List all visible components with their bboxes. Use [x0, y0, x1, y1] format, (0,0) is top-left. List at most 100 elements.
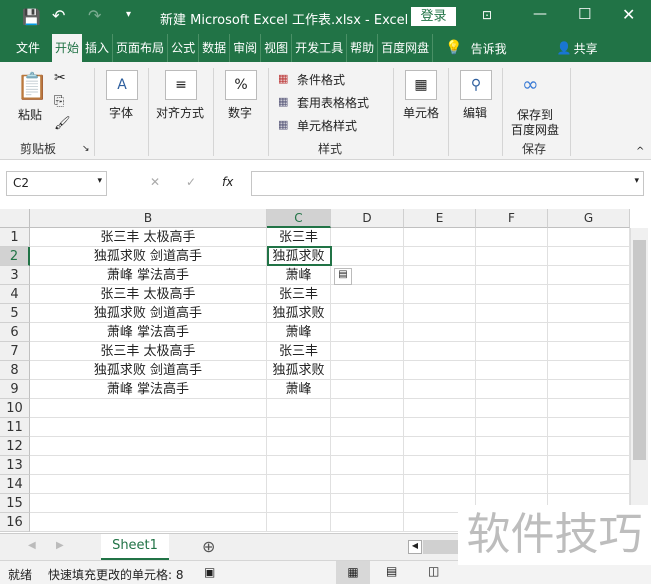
cell-B4[interactable]: 张三丰 太极高手: [30, 285, 267, 304]
cell-E6[interactable]: [404, 323, 476, 342]
tab-baidu[interactable]: 百度网盘: [378, 34, 434, 62]
cell-G5[interactable]: [548, 304, 630, 323]
cell-E1[interactable]: [404, 228, 476, 247]
cell-D1[interactable]: [331, 228, 404, 247]
align-icon[interactable]: ≡: [165, 70, 197, 100]
cell-G3[interactable]: [548, 266, 630, 285]
collapse-ribbon-icon[interactable]: ^: [636, 146, 644, 157]
cell-C5[interactable]: 独孤求败: [267, 304, 331, 323]
cell-D8[interactable]: [331, 361, 404, 380]
column-header-E[interactable]: E: [404, 209, 476, 228]
scroll-left-icon[interactable]: ◀: [28, 540, 36, 551]
tab-insert[interactable]: 插入: [82, 34, 114, 62]
cell-F11[interactable]: [476, 418, 548, 437]
search-icon[interactable]: ⚲: [460, 70, 492, 100]
tab-data[interactable]: 数据: [199, 34, 231, 62]
copy-icon[interactable]: ⎘: [54, 94, 64, 109]
table-format-button[interactable]: 套用表格格式: [297, 94, 369, 111]
baidu-cloud-icon[interactable]: ∞: [522, 72, 539, 96]
cell-F3[interactable]: [476, 266, 548, 285]
tell-me[interactable]: 告诉我: [471, 40, 507, 57]
page-layout-view-icon[interactable]: ▤: [386, 564, 397, 578]
horizontal-scrollbar[interactable]: [423, 540, 458, 554]
cell-F7[interactable]: [476, 342, 548, 361]
cell-D12[interactable]: [331, 437, 404, 456]
save-icon[interactable]: 💾: [22, 8, 41, 26]
cell-B12[interactable]: [30, 437, 267, 456]
cell-C7[interactable]: 张三丰: [267, 342, 331, 361]
cell-F14[interactable]: [476, 475, 548, 494]
font-icon[interactable]: A: [106, 70, 138, 100]
enter-icon[interactable]: ✓: [186, 175, 196, 189]
paste-icon[interactable]: 📋: [16, 72, 48, 102]
cell-B11[interactable]: [30, 418, 267, 437]
row-header-1[interactable]: 1: [0, 228, 30, 247]
cell-F10[interactable]: [476, 399, 548, 418]
number-button[interactable]: 数字: [228, 104, 252, 121]
cell-C3[interactable]: 萧峰: [267, 266, 331, 285]
row-header-10[interactable]: 10: [0, 399, 30, 418]
row-header-11[interactable]: 11: [0, 418, 30, 437]
column-header-G[interactable]: G: [548, 209, 630, 228]
row-header-2[interactable]: 2: [0, 247, 30, 266]
paste-button[interactable]: 粘贴: [18, 106, 42, 123]
cell-E10[interactable]: [404, 399, 476, 418]
cell-E7[interactable]: [404, 342, 476, 361]
cell-F8[interactable]: [476, 361, 548, 380]
cell-G4[interactable]: [548, 285, 630, 304]
cell-F9[interactable]: [476, 380, 548, 399]
cell-E3[interactable]: [404, 266, 476, 285]
cell-B6[interactable]: 萧峰 掌法高手: [30, 323, 267, 342]
row-header-14[interactable]: 14: [0, 475, 30, 494]
cell-F13[interactable]: [476, 456, 548, 475]
cell-G8[interactable]: [548, 361, 630, 380]
cell-F12[interactable]: [476, 437, 548, 456]
row-header-5[interactable]: 5: [0, 304, 30, 323]
conditional-format-button[interactable]: 条件格式: [297, 71, 345, 88]
cell-D5[interactable]: [331, 304, 404, 323]
tab-home[interactable]: 开始: [52, 34, 83, 62]
cell-D2[interactable]: [331, 247, 404, 266]
cell-G6[interactable]: [548, 323, 630, 342]
cell-G7[interactable]: [548, 342, 630, 361]
cell-D10[interactable]: [331, 399, 404, 418]
dialog-launcher-icon[interactable]: ↘: [82, 144, 90, 154]
cell-D14[interactable]: [331, 475, 404, 494]
tab-developer[interactable]: 开发工具: [292, 34, 348, 62]
percent-icon[interactable]: %: [225, 70, 257, 100]
cell-G12[interactable]: [548, 437, 630, 456]
cell-B15[interactable]: [30, 494, 267, 513]
cell-D6[interactable]: [331, 323, 404, 342]
select-all-button[interactable]: [0, 209, 30, 228]
cell-C12[interactable]: [267, 437, 331, 456]
redo-icon[interactable]: ↷: [88, 6, 101, 25]
cell-B7[interactable]: 张三丰 太极高手: [30, 342, 267, 361]
cell-G10[interactable]: [548, 399, 630, 418]
row-header-8[interactable]: 8: [0, 361, 30, 380]
row-header-4[interactable]: 4: [0, 285, 30, 304]
cell-C10[interactable]: [267, 399, 331, 418]
maximize-icon[interactable]: ☐: [578, 5, 591, 23]
row-header-12[interactable]: 12: [0, 437, 30, 456]
font-button[interactable]: 字体: [109, 104, 133, 121]
cell-E12[interactable]: [404, 437, 476, 456]
cell-E9[interactable]: [404, 380, 476, 399]
row-header-13[interactable]: 13: [0, 456, 30, 475]
cell-E13[interactable]: [404, 456, 476, 475]
cell-F6[interactable]: [476, 323, 548, 342]
scroll-right-icon[interactable]: ▶: [56, 540, 64, 551]
row-header-7[interactable]: 7: [0, 342, 30, 361]
cell-B3[interactable]: 萧峰 掌法高手: [30, 266, 267, 285]
cell-D13[interactable]: [331, 456, 404, 475]
cell-C16[interactable]: [267, 513, 331, 532]
hscroll-left-icon[interactable]: ◀: [408, 540, 422, 554]
normal-view-icon[interactable]: ▦: [336, 561, 370, 584]
cell-C9[interactable]: 萧峰: [267, 380, 331, 399]
flash-fill-options-icon[interactable]: ▤: [334, 268, 352, 285]
cells-button[interactable]: 单元格: [403, 104, 439, 121]
macro-record-icon[interactable]: ▣: [204, 565, 215, 579]
cell-C14[interactable]: [267, 475, 331, 494]
undo-icon[interactable]: ↶: [52, 6, 65, 25]
column-header-B[interactable]: B: [30, 209, 267, 228]
tab-file[interactable]: 文件: [0, 34, 52, 62]
